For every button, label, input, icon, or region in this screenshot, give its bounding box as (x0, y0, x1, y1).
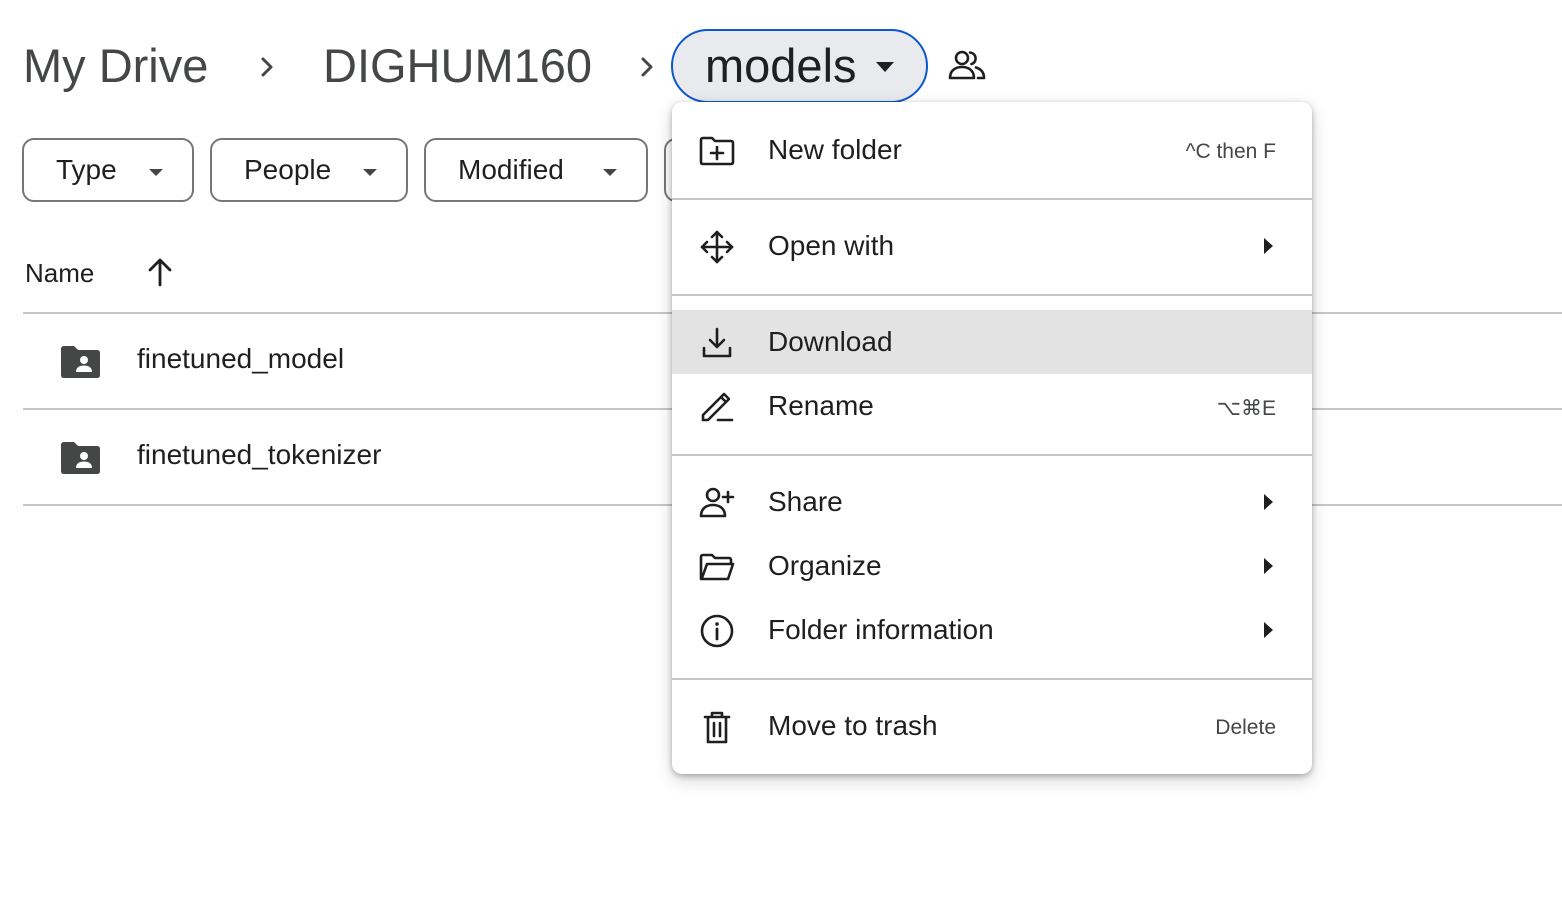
breadcrumb-current-folder-button[interactable]: models (671, 29, 928, 103)
folder-open-icon (699, 553, 735, 581)
move-arrows-icon (700, 230, 734, 264)
type-filter-label: Type (56, 154, 117, 185)
rename-pencil-icon (701, 392, 734, 422)
caret-down-icon (875, 62, 894, 72)
menu-item-share[interactable]: Share (672, 470, 1312, 534)
current-folder-label: models (705, 39, 857, 92)
menu-item-organize[interactable]: Organize (672, 534, 1312, 598)
download-icon (702, 327, 732, 358)
people-filter-label: People (244, 154, 332, 185)
submenu-arrow-icon (1264, 558, 1273, 574)
menu-item-move-to-trash[interactable]: Move to trash Delete (672, 694, 1312, 758)
menu-item-label: Rename (768, 390, 874, 421)
breadcrumb-dighum160[interactable]: DIGHUM160 (323, 36, 592, 96)
menu-divider (672, 454, 1312, 456)
caret-down-icon (149, 169, 163, 176)
arrow-up-icon[interactable] (146, 256, 174, 288)
menu-item-folder-information[interactable]: Folder information (672, 598, 1312, 662)
menu-item-label: New folder (768, 134, 902, 165)
caret-down-icon (603, 169, 617, 176)
menu-item-label: Move to trash (768, 710, 938, 741)
name-column-header[interactable]: Name (25, 258, 94, 289)
menu-item-download[interactable]: Download (672, 310, 1312, 374)
chevron-right-icon (254, 50, 280, 84)
keyboard-shortcut: ⌥⌘E (1216, 397, 1276, 420)
menu-divider (672, 294, 1312, 296)
caret-down-icon (363, 169, 377, 176)
menu-item-new-folder[interactable]: New folder ^C then F (672, 118, 1312, 182)
menu-item-label: Open with (768, 230, 895, 261)
menu-divider (672, 198, 1312, 200)
shared-folder-icon[interactable] (947, 48, 987, 84)
submenu-arrow-icon (1264, 494, 1273, 510)
menu-divider (672, 678, 1312, 680)
menu-item-label: Download (768, 326, 893, 357)
modified-filter-chip[interactable]: Modified (424, 138, 648, 202)
menu-item-label: Organize (768, 550, 882, 581)
chevron-right-icon (634, 50, 660, 84)
keyboard-shortcut: ^C then F (1185, 140, 1276, 163)
menu-item-label: Folder information (768, 614, 994, 645)
type-filter-chip[interactable]: Type (22, 138, 194, 202)
keyboard-shortcut: Delete (1215, 716, 1276, 739)
shared-folder-icon (61, 346, 100, 378)
new-folder-icon (699, 136, 735, 166)
modified-filter-label: Modified (458, 154, 564, 185)
menu-item-open-with[interactable]: Open with (672, 214, 1312, 278)
menu-item-label: Share (768, 486, 843, 517)
breadcrumb-my-drive[interactable]: My Drive (23, 36, 208, 96)
file-name: finetuned_tokenizer (137, 439, 382, 470)
file-name: finetuned_model (137, 343, 345, 374)
shared-folder-icon (61, 442, 100, 474)
person-add-icon (699, 487, 735, 518)
people-filter-chip[interactable]: People (210, 138, 408, 202)
info-icon (700, 614, 734, 648)
submenu-arrow-icon (1264, 622, 1273, 638)
submenu-arrow-icon (1264, 238, 1273, 254)
folder-context-menu: New folder ^C then F Open with Download … (672, 102, 1312, 774)
menu-item-rename[interactable]: Rename ⌥⌘E (672, 374, 1312, 438)
trash-icon (703, 711, 731, 744)
